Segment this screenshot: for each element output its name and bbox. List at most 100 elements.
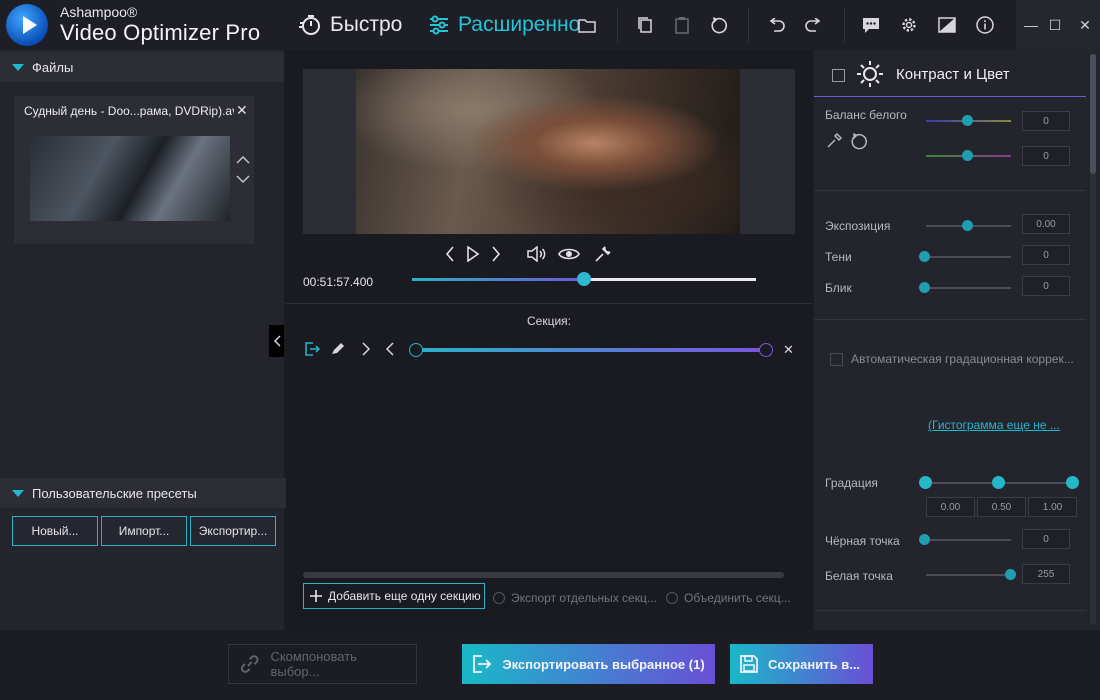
shadows-handle[interactable]	[919, 251, 930, 262]
highlights-handle[interactable]	[919, 282, 930, 293]
wb-tint-handle[interactable]	[962, 150, 973, 161]
export-separate-option[interactable]: Экспорт отдельных секц...	[493, 591, 657, 605]
white-balance-label: Баланс белого	[825, 108, 907, 122]
gear-icon[interactable]	[896, 12, 922, 38]
horizontal-scrollbar[interactable]	[303, 572, 784, 578]
file-card[interactable]: Судный день - Doo...рама, DVDRip).avi ✕	[14, 96, 254, 244]
shadows-value[interactable]: 0	[1022, 245, 1070, 265]
reset-icon[interactable]	[706, 12, 732, 38]
section-range[interactable]	[416, 348, 766, 352]
video-preview[interactable]	[356, 69, 740, 234]
play-button[interactable]	[461, 242, 485, 266]
gradation-label: Градация	[825, 476, 878, 490]
left-panel: Файлы Судный день - Doo...рама, DVDRip).…	[0, 50, 296, 630]
add-section-button[interactable]: Добавить еще одну секцию	[303, 583, 485, 609]
clipboard-icon[interactable]	[669, 12, 695, 38]
copy-icon[interactable]	[632, 12, 658, 38]
toolbar-divider	[844, 8, 845, 42]
panel-title: Контраст и Цвет	[896, 66, 1010, 83]
video-frame	[303, 69, 795, 234]
info-icon[interactable]	[972, 12, 998, 38]
mode-advanced-label: Расширенно	[458, 13, 581, 36]
divider	[286, 303, 812, 304]
exposure-label: Экспозиция	[825, 219, 891, 233]
auto-gradation-checkbox[interactable]	[830, 352, 843, 366]
next-frame-button[interactable]	[484, 242, 508, 266]
gradation-low-handle[interactable]	[919, 476, 932, 489]
brand-label: Ashampoo®	[60, 4, 138, 20]
wb-tint-value[interactable]: 0	[1022, 146, 1070, 166]
gradation-high-value[interactable]: 1.00	[1028, 497, 1077, 517]
new-preset-button[interactable]: Новый...	[12, 516, 98, 546]
gradation-low-value[interactable]: 0.00	[926, 497, 975, 517]
section-end-handle[interactable]	[759, 343, 773, 357]
add-section-label: Добавить еще одну секцию	[328, 589, 481, 603]
black-point-slider[interactable]	[926, 539, 1011, 541]
black-point-value[interactable]: 0	[1022, 529, 1070, 549]
remove-section-icon[interactable]: ✕	[783, 342, 794, 358]
eye-icon[interactable]	[557, 242, 581, 266]
shadows-slider[interactable]	[926, 256, 1011, 258]
wrench-icon[interactable]	[591, 242, 615, 266]
close-window-button[interactable]: ✕	[1067, 0, 1100, 50]
compose-label: Скомпоновать выбор...	[270, 649, 357, 679]
chevron-left-icon[interactable]	[385, 342, 395, 356]
save-to-label: Сохранить в...	[768, 656, 861, 672]
merge-option[interactable]: Объединить секц...	[666, 591, 791, 605]
timecode: 00:51:57.400	[303, 275, 374, 289]
enable-checkbox[interactable]	[832, 69, 845, 82]
import-preset-button[interactable]: Импорт...	[101, 516, 187, 546]
export-preset-button[interactable]: Экспортир...	[190, 516, 276, 546]
compare-icon[interactable]	[934, 12, 960, 38]
redo-icon[interactable]	[801, 12, 827, 38]
radio-export-separate[interactable]	[493, 592, 505, 604]
feedback-icon[interactable]	[858, 12, 884, 38]
auto-gradation-label: Автоматическая градационная коррек...	[851, 352, 1074, 366]
prev-frame-button[interactable]	[438, 242, 462, 266]
sliders-icon	[428, 14, 450, 36]
footer-bar: Скомпоновать выбор... Экспортировать выб…	[0, 630, 1100, 700]
exposure-value[interactable]: 0.00	[1022, 214, 1070, 234]
compose-button[interactable]: Скомпоновать выбор...	[228, 644, 417, 684]
gradation-mid-handle[interactable]	[992, 476, 1005, 489]
mode-fast-label: Быстро	[330, 13, 403, 36]
chevron-right-icon[interactable]	[361, 342, 371, 356]
wb-temp-value[interactable]: 0	[1022, 111, 1070, 131]
volume-icon[interactable]	[525, 242, 549, 266]
seek-handle[interactable]	[577, 272, 591, 286]
wb-temp-handle[interactable]	[962, 115, 973, 126]
highlights-slider[interactable]	[926, 287, 1011, 289]
highlights-value[interactable]: 0	[1022, 276, 1070, 296]
collapse-left-panel-button[interactable]	[269, 325, 284, 357]
scrollbar-thumb[interactable]	[1090, 54, 1096, 174]
histogram-link[interactable]: (Гистограмма еще не ...	[928, 418, 1060, 432]
undo-icon[interactable]	[763, 12, 789, 38]
divider	[814, 190, 1086, 191]
white-point-value[interactable]: 255	[1022, 564, 1070, 584]
mode-advanced-tab[interactable]: Расширенно	[428, 10, 580, 40]
gradation-mid-value[interactable]: 0.50	[977, 497, 1026, 517]
white-point-handle[interactable]	[1005, 569, 1016, 580]
files-header[interactable]: Файлы	[0, 52, 284, 82]
chevron-up-icon[interactable]	[236, 156, 250, 164]
presets-header[interactable]: Пользовательские пресеты	[0, 478, 296, 508]
folder-icon[interactable]	[574, 12, 600, 38]
section-start-handle[interactable]	[409, 343, 423, 357]
adjustments-panel: Контраст и Цвет Баланс белого 0 0 Экспоз…	[814, 50, 1100, 630]
radio-merge[interactable]	[666, 592, 678, 604]
chevron-down-icon[interactable]	[236, 175, 250, 183]
chevron-left-icon	[273, 335, 281, 347]
save-to-button[interactable]: Сохранить в...	[730, 644, 873, 684]
reset-wb-icon[interactable]	[850, 132, 868, 150]
auto-gradation-option[interactable]: Автоматическая градационная коррек...	[830, 352, 1074, 366]
export-selected-button[interactable]: Экспортировать выбранное (1)	[462, 644, 715, 684]
pencil-icon[interactable]	[330, 342, 346, 356]
black-point-handle[interactable]	[919, 534, 930, 545]
white-point-slider[interactable]	[926, 574, 1011, 576]
eyedropper-icon[interactable]	[826, 133, 842, 149]
exposure-handle[interactable]	[962, 220, 973, 231]
remove-file-icon[interactable]: ✕	[236, 102, 248, 119]
mode-fast-tab[interactable]: Быстро	[298, 10, 402, 40]
section-export-icon[interactable]	[304, 341, 320, 357]
gradation-high-handle[interactable]	[1066, 476, 1079, 489]
